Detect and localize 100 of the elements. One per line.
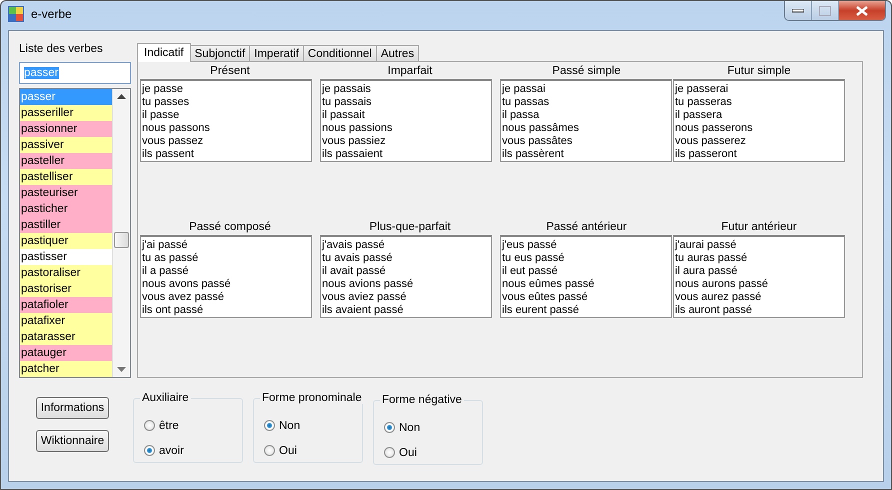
conjugation-form: il a passé — [142, 265, 190, 278]
conjugation-form: ils passèrent — [502, 148, 565, 161]
conjugation-form: il avait passé — [322, 265, 387, 278]
conjugation-form: il aura passé — [675, 265, 738, 278]
tense-title: Plus-que-parfait — [368, 220, 452, 235]
conjugation-form: tu avais passé — [322, 252, 394, 265]
conjugation-form: il passera — [675, 109, 724, 122]
radio-label[interactable]: Oui — [279, 444, 297, 456]
radio-label[interactable]: être — [159, 420, 179, 432]
conjugation-form: ils auront passé — [675, 304, 754, 317]
verb-list-item[interactable]: pastoriser — [20, 281, 112, 297]
conjugation-form: tu passeras — [675, 96, 733, 109]
tense-title: Futur antérieur — [720, 220, 798, 235]
tab[interactable]: Autres — [376, 45, 420, 61]
tab[interactable]: Imperatif — [249, 45, 304, 61]
group-title: Auxiliaire — [140, 392, 191, 404]
group-title: Forme négative — [380, 394, 464, 406]
conjugation-form: tu passes — [142, 96, 190, 109]
verb-list-item[interactable]: patarasser — [20, 329, 112, 345]
verb-list-item[interactable]: patafixer — [20, 313, 112, 329]
radio-button[interactable] — [264, 445, 275, 456]
close-button[interactable] — [839, 1, 885, 20]
minimize-button[interactable] — [785, 1, 812, 20]
conjugation-form: j'eus passé — [502, 239, 558, 252]
conjugation-form: ils eurent passé — [502, 304, 580, 317]
conjugation-form: vous avez passé — [142, 291, 225, 304]
verb-list-item[interactable]: pasteuriser — [20, 185, 112, 201]
conjugation-form: je passais — [322, 83, 372, 96]
tense-title: Futur simple — [726, 64, 792, 79]
scroll-down-icon[interactable] — [117, 367, 126, 372]
verb-list-item[interactable]: pastoraliser — [20, 265, 112, 281]
tense-title: Présent — [209, 64, 251, 79]
conjugation-form: je passai — [502, 83, 546, 96]
conjugation-form: nous passons — [142, 122, 211, 135]
tab[interactable]: Conditionnel — [302, 45, 377, 61]
tab[interactable]: Subjonctif — [190, 45, 250, 61]
verb-list-item[interactable]: pastiquer — [20, 233, 112, 249]
scrollbar[interactable] — [112, 89, 130, 377]
conjugation-form: il eut passé — [502, 265, 559, 278]
tense-title: Passé composé — [188, 220, 272, 235]
conjugation-form: tu auras passé — [675, 252, 748, 265]
conjugation-form: ils passaient — [322, 148, 384, 161]
push-button[interactable]: Informations — [36, 397, 109, 419]
radio-button[interactable] — [384, 422, 395, 433]
conjugation-form: vous passiez — [322, 135, 387, 148]
conjugation-form: j'avais passé — [322, 239, 386, 252]
conjugation-form: nous eûmes passé — [502, 278, 596, 291]
conjugation-form: ils ont passé — [142, 304, 204, 317]
conjugation-form: j'ai passé — [142, 239, 189, 252]
conjugation-form: nous avons passé — [142, 278, 232, 291]
radio-label[interactable]: avoir — [159, 444, 184, 456]
verb-list-label: Liste des verbes — [19, 42, 104, 57]
radio-label[interactable]: Oui — [399, 446, 417, 458]
conjugation-form: vous aviez passé — [322, 291, 408, 304]
tab[interactable]: Indicatif — [137, 43, 191, 62]
conjugation-form: nous passerons — [675, 122, 754, 135]
tense-title: Passé antérieur — [545, 220, 628, 235]
conjugation-form: vous passerez — [675, 135, 747, 148]
conjugation-form: ils passeront — [675, 148, 738, 161]
conjugation-form: je passerai — [675, 83, 730, 96]
verb-list-item[interactable]: pasteller — [20, 153, 112, 169]
conjugation-form: tu eus passé — [502, 252, 566, 265]
conjugation-form: vous eûtes passé — [502, 291, 589, 304]
radio-button[interactable] — [144, 420, 155, 431]
radio-button[interactable] — [384, 447, 395, 458]
tense-title: Passé simple — [551, 64, 622, 79]
conjugation-form: nous avions passé — [322, 278, 414, 291]
conjugation-form: vous passâtes — [502, 135, 574, 148]
conjugation-form: ils passent — [142, 148, 195, 161]
verb-list-item[interactable]: patcher — [20, 361, 112, 377]
close-icon — [856, 6, 868, 16]
conjugation-form: nous passâmes — [502, 122, 580, 135]
conjugation-form: il passa — [502, 109, 540, 122]
verb-list-item[interactable]: passeriller — [20, 105, 112, 121]
verb-list-item[interactable]: passiver — [20, 137, 112, 153]
conjugation-form: vous passez — [142, 135, 204, 148]
conjugation-form: tu passas — [502, 96, 550, 109]
conjugation-form: tu passais — [322, 96, 373, 109]
conjugation-form: il passe — [142, 109, 180, 122]
verb-list-item[interactable]: passionner — [20, 121, 112, 137]
verb-list-item[interactable]: patauger — [20, 345, 112, 361]
conjugation-form: vous aurez passé — [675, 291, 762, 304]
radio-label[interactable]: Non — [399, 422, 420, 434]
verb-list-item[interactable]: pasticher — [20, 201, 112, 217]
conjugation-form: nous aurons passé — [675, 278, 769, 291]
verb-list-item[interactable]: pastelliser — [20, 169, 112, 185]
window-title: e-verbe — [31, 6, 72, 20]
verb-list-item[interactable]: patafioler — [20, 297, 112, 313]
scrollbar-thumb[interactable] — [114, 232, 129, 248]
radio-button[interactable] — [144, 445, 155, 456]
radio-button[interactable] — [264, 420, 275, 431]
verb-list-item[interactable]: pastiller — [20, 217, 112, 233]
conjugation-form: tu as passé — [142, 252, 200, 265]
app-icon — [8, 6, 24, 22]
conjugation-form: je passe — [142, 83, 184, 96]
scroll-up-icon[interactable] — [117, 94, 126, 99]
conjugation-form: ils avaient passé — [322, 304, 404, 317]
radio-label[interactable]: Non — [279, 420, 300, 432]
conjugation-form: nous passions — [322, 122, 394, 135]
push-button[interactable]: Wiktionnaire — [36, 430, 109, 452]
